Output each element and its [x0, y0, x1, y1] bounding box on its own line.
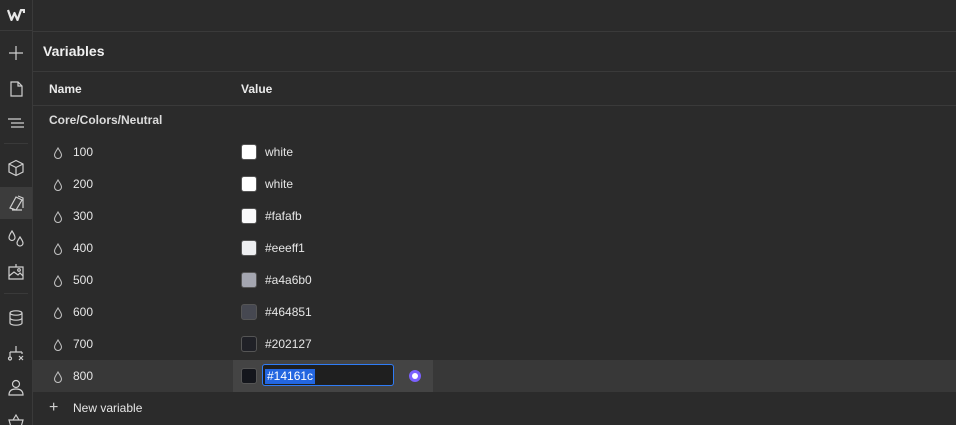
components-icon[interactable] [0, 152, 32, 184]
variable-name: 500 [73, 273, 94, 287]
left-toolbar [0, 0, 33, 425]
variable-value: #fafafb [265, 209, 302, 223]
color-drop-icon [53, 370, 63, 384]
divider [33, 105, 956, 106]
assets-icon[interactable] [0, 256, 32, 288]
variable-row[interactable]: 500 #a4a6b0 [33, 264, 956, 296]
navigator-icon[interactable] [0, 107, 32, 139]
variable-value: white [265, 145, 294, 159]
color-swatch[interactable] [241, 208, 257, 224]
variable-value-cell[interactable]: white [233, 136, 433, 168]
variable-name: 300 [73, 209, 94, 223]
variable-name: 800 [73, 369, 94, 383]
color-swatch[interactable] [241, 240, 257, 256]
group-label: Core/Colors/Neutral [49, 113, 163, 127]
variable-value: #464851 [265, 305, 312, 319]
users-icon[interactable] [0, 371, 32, 403]
variables-icon[interactable] [0, 187, 32, 219]
variable-row[interactable]: 700 #202127 [33, 328, 956, 360]
variable-name: 100 [73, 145, 94, 159]
variable-row[interactable]: 800 #14161c [33, 360, 956, 392]
color-swatch[interactable] [241, 368, 257, 384]
variable-row[interactable]: 600 #464851 [33, 296, 956, 328]
webflow-logo-icon[interactable] [0, 0, 32, 31]
variable-value-cell[interactable]: #eeeff1 [233, 232, 433, 264]
new-variable-button[interactable]: + New variable [49, 399, 142, 417]
variable-value-cell[interactable]: white [233, 168, 433, 200]
color-swatch[interactable] [241, 304, 257, 320]
color-drop-icon [53, 210, 63, 224]
panel-title: Variables [43, 43, 105, 59]
color-swatch[interactable] [241, 176, 257, 192]
variable-value: #eeeff1 [265, 241, 305, 255]
variable-value-cell[interactable]: #202127 [233, 328, 433, 360]
color-drop-icon [53, 306, 63, 320]
cms-icon[interactable] [0, 302, 32, 334]
selected-text: #14161c [265, 369, 316, 384]
color-picker-icon[interactable] [409, 370, 421, 382]
variable-row[interactable]: 100 white [33, 136, 956, 168]
variable-name: 200 [73, 177, 94, 191]
color-swatch[interactable] [241, 336, 257, 352]
variable-value-cell[interactable]: #fafafb [233, 200, 433, 232]
add-icon: + [49, 399, 59, 416]
variable-value-input[interactable]: #14161c [262, 364, 394, 386]
variable-name: 700 [73, 337, 94, 351]
color-swatch[interactable] [241, 144, 257, 160]
new-variable-label: New variable [73, 401, 143, 415]
column-header-name: Name [49, 82, 82, 96]
swatches-icon[interactable] [0, 222, 32, 254]
variable-row[interactable]: 200 white [33, 168, 956, 200]
variable-value: #a4a6b0 [265, 273, 312, 287]
divider [33, 71, 956, 72]
variable-value-cell[interactable]: #464851 [233, 296, 433, 328]
logic-icon[interactable] [0, 337, 32, 369]
color-drop-icon [53, 178, 63, 192]
variable-name: 400 [73, 241, 94, 255]
color-swatch[interactable] [241, 272, 257, 288]
color-drop-icon [53, 274, 63, 288]
app: Variables Name Value Core/Colors/Neutral… [0, 0, 956, 425]
color-drop-icon [53, 146, 63, 160]
color-drop-icon [53, 338, 63, 352]
page-icon[interactable] [0, 73, 32, 105]
variable-value: #202127 [265, 337, 312, 351]
top-bar [33, 0, 956, 32]
variable-value-cell[interactable]: #a4a6b0 [233, 264, 433, 296]
variable-value-cell[interactable]: #14161c [233, 360, 433, 392]
column-header-value: Value [241, 82, 273, 96]
ecommerce-icon[interactable] [0, 403, 32, 425]
variable-row[interactable]: 300 #fafafb [33, 200, 956, 232]
variable-row[interactable]: 400 #eeeff1 [33, 232, 956, 264]
variable-name: 600 [73, 305, 94, 319]
color-drop-icon [53, 242, 63, 256]
add-icon[interactable] [0, 37, 32, 69]
variable-value: white [265, 177, 294, 191]
